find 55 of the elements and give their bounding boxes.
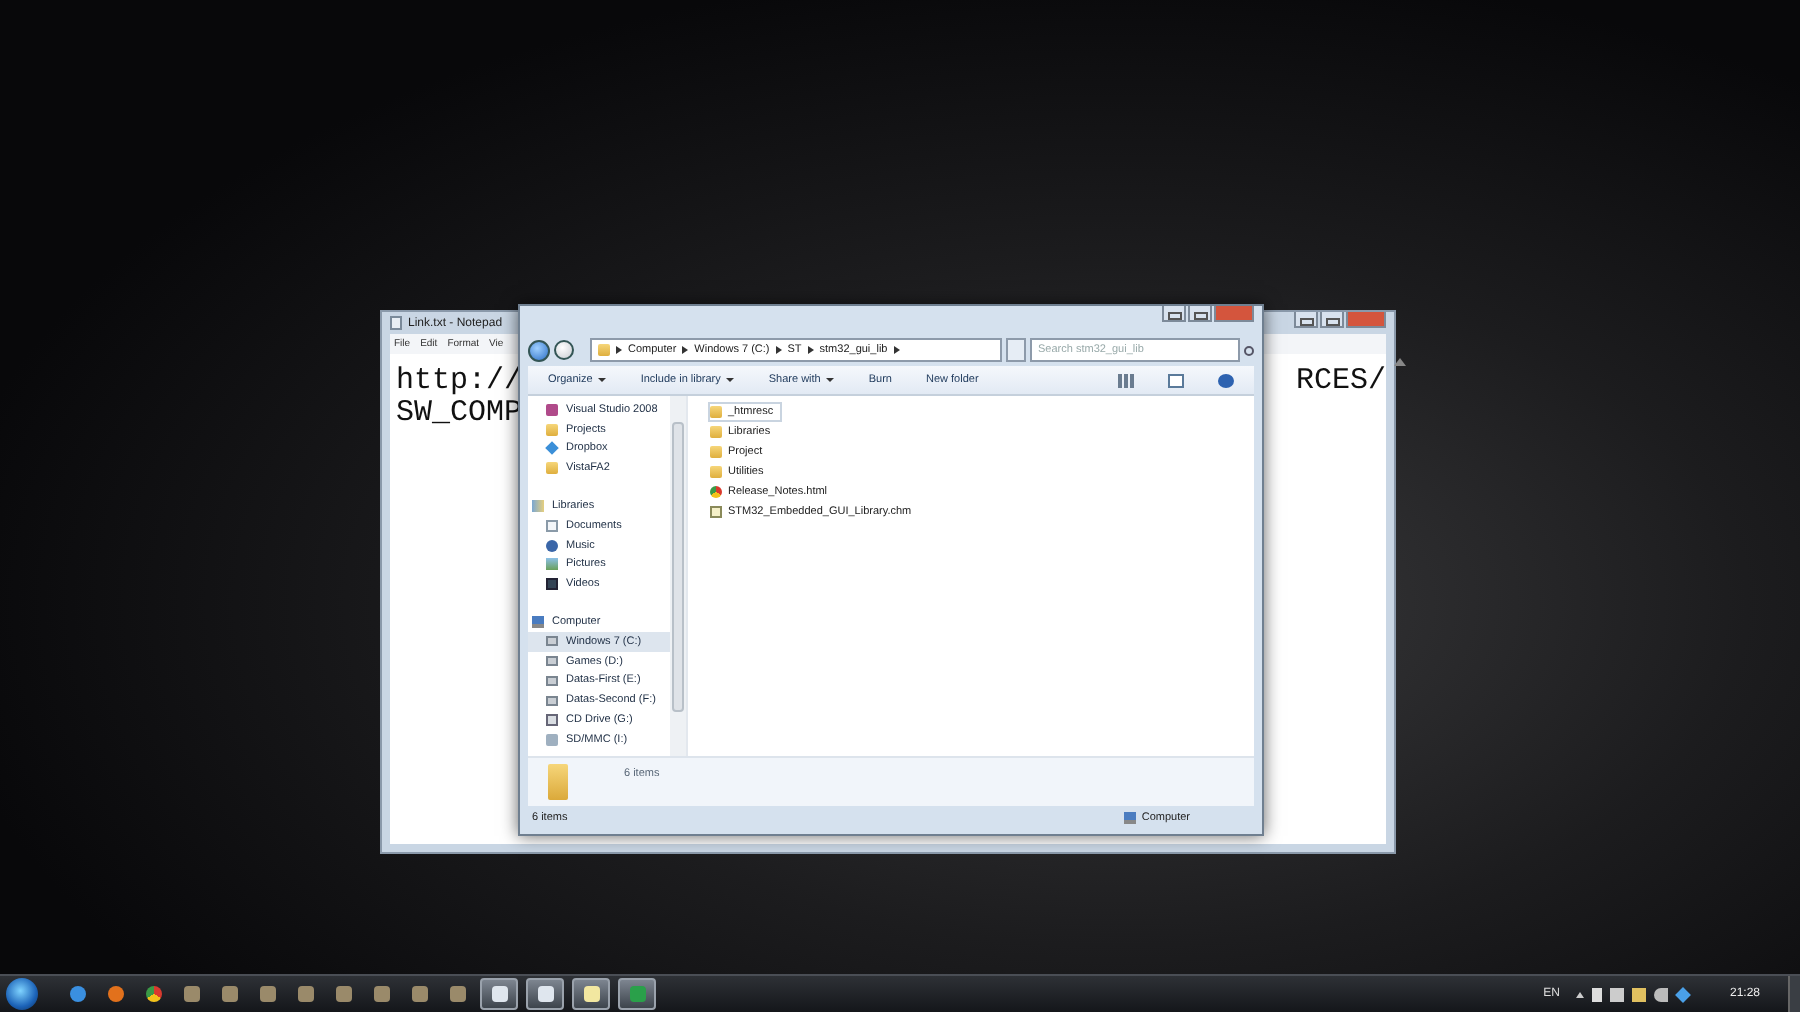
card-icon: [546, 733, 558, 746]
program-icon: [629, 986, 645, 1002]
disc-drive-icon: [546, 714, 558, 727]
caret-icon[interactable]: [1575, 991, 1584, 997]
scrollbar-thumb[interactable]: [672, 422, 684, 712]
document-icon: [546, 519, 558, 532]
text-line: SW_COMP: [396, 398, 523, 430]
program-icon: [583, 986, 599, 1002]
chevron-icon: [807, 346, 814, 354]
program-icon: [69, 986, 85, 1002]
folder-icon: [598, 344, 610, 356]
taskbar-button[interactable]: [526, 978, 564, 1010]
folder-icon: [546, 462, 558, 475]
back-button[interactable]: [528, 339, 550, 361]
taskbar-button[interactable]: [572, 978, 610, 1010]
maximize-button[interactable]: [1320, 312, 1344, 328]
folder-icon: [546, 423, 558, 436]
program-icon: [259, 986, 275, 1002]
globe-icon: [710, 486, 722, 498]
text-line: http://: [396, 366, 523, 398]
search-icon: [1244, 345, 1254, 355]
notepad-icon: [390, 316, 402, 330]
program-icon: [107, 986, 123, 1002]
maximize-button[interactable]: [1188, 306, 1212, 322]
computer-icon: [532, 616, 544, 629]
program-icon: [221, 986, 237, 1002]
chevron-icon: [893, 346, 900, 354]
chevron-icon: [682, 346, 689, 354]
app-icon: [546, 403, 558, 416]
view-options-icon[interactable]: [1118, 373, 1134, 387]
chevron-icon: [616, 346, 622, 354]
minimize-button[interactable]: [1294, 312, 1318, 328]
folder-icon: [548, 764, 568, 800]
program-icon: [297, 986, 313, 1002]
minimize-button[interactable]: [1162, 306, 1186, 322]
scrollbar-arrow-icon: [1394, 358, 1406, 366]
program-icon: [145, 986, 161, 1002]
program-icon: [491, 986, 507, 1002]
text-line: RCES/: [1295, 366, 1386, 398]
computer-icon: [1123, 811, 1136, 823]
program-icon: [183, 986, 199, 1002]
program-icon: [449, 986, 465, 1002]
program-icon: [373, 986, 389, 1002]
preview-pane-icon[interactable]: [1168, 373, 1184, 387]
scrollbar[interactable]: [670, 396, 686, 756]
chevron-icon: [775, 346, 782, 354]
picture-icon: [546, 558, 558, 571]
start-button[interactable]: [6, 978, 38, 1010]
program-icon: [335, 986, 351, 1002]
help-icon[interactable]: [1218, 373, 1234, 387]
forward-button[interactable]: [554, 340, 574, 360]
program-icon: [537, 986, 553, 1002]
program-icon: [411, 986, 427, 1002]
library-icon: [532, 500, 544, 513]
taskbar-button[interactable]: [480, 978, 518, 1010]
